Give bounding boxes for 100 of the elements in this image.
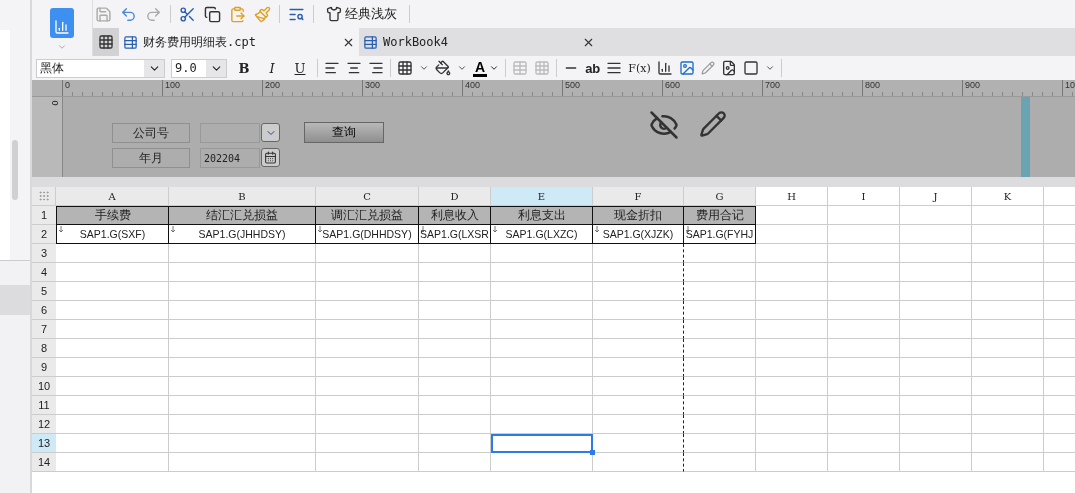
query-button[interactable]: 查询 — [304, 122, 384, 143]
hidden-eye-icon[interactable] — [649, 110, 679, 140]
row-header[interactable]: 6 — [32, 301, 56, 320]
table-cell — [828, 377, 900, 396]
column-header[interactable]: K — [972, 187, 1044, 206]
table-cell — [900, 244, 972, 263]
align-left-icon[interactable] — [324, 60, 340, 76]
font-size-select[interactable]: 9.0 — [171, 58, 227, 78]
column-header[interactable]: C — [316, 187, 419, 206]
column-header[interactable]: B — [169, 187, 316, 206]
row-header[interactable]: 8 — [32, 339, 56, 358]
underline-button[interactable]: U — [289, 58, 311, 78]
italic-button[interactable]: I — [261, 58, 283, 78]
pencil-icon[interactable] — [699, 110, 727, 138]
parameter-label: 公司号 — [112, 123, 190, 143]
align-center-icon[interactable] — [346, 60, 362, 76]
row-header[interactable]: 2 — [32, 225, 56, 244]
font-color-button[interactable]: A — [473, 59, 500, 77]
column-header[interactable]: G — [684, 187, 756, 206]
undo-icon[interactable] — [120, 5, 137, 23]
bold-button[interactable]: B — [233, 58, 255, 78]
column-header[interactable]: I — [828, 187, 900, 206]
row-header[interactable]: 7 — [32, 320, 56, 339]
row-header[interactable]: 4 — [32, 263, 56, 282]
parameter-input[interactable] — [200, 123, 260, 143]
formula-button[interactable]: F(x) — [628, 58, 651, 78]
calendar-button[interactable] — [261, 148, 280, 167]
new-sheet-button[interactable] — [93, 28, 119, 56]
table-cell — [419, 320, 491, 339]
ruler-label: 500 — [562, 80, 662, 96]
table-cell — [756, 453, 828, 472]
table-cell — [684, 263, 756, 282]
row-header[interactable]: 14 — [32, 453, 56, 472]
table-cell — [900, 339, 972, 358]
dropdown-button[interactable] — [261, 123, 280, 142]
expand-down-icon — [594, 226, 600, 233]
scissors-icon[interactable] — [179, 5, 196, 23]
ruler-label: 0 — [62, 80, 162, 96]
caret-icon — [489, 63, 500, 73]
column-header[interactable]: H — [756, 187, 828, 206]
sheet-icon — [123, 34, 138, 50]
row-header[interactable]: 9 — [32, 358, 56, 377]
table-cell — [756, 206, 828, 225]
copy-icon[interactable] — [204, 5, 221, 23]
ruler-label: 600 — [662, 80, 762, 96]
table-cell — [828, 244, 900, 263]
chart-icon[interactable] — [656, 60, 673, 76]
table-cell — [419, 339, 491, 358]
shirt-icon — [326, 6, 342, 22]
text-tool-button[interactable]: ab — [585, 58, 601, 78]
table-cell — [419, 244, 491, 263]
fill-bucket-icon[interactable] — [435, 60, 451, 76]
caret-icon[interactable] — [457, 63, 467, 73]
row-header[interactable]: 10 — [32, 377, 56, 396]
table-cell — [828, 320, 900, 339]
table-cell — [756, 225, 828, 244]
table-cell — [828, 206, 900, 225]
table-cell — [756, 434, 828, 453]
table-cell — [828, 453, 900, 472]
table-cell — [419, 358, 491, 377]
row-header[interactable]: 13 — [32, 434, 56, 453]
column-header[interactable]: D — [419, 187, 491, 206]
frame-icon[interactable] — [742, 60, 759, 76]
table-cell — [419, 415, 491, 434]
column-header[interactable]: A — [56, 187, 169, 206]
parameter-input[interactable]: 202204 — [200, 148, 260, 168]
image-icon[interactable] — [678, 60, 695, 76]
row-header[interactable]: 5 — [32, 282, 56, 301]
table-cell: SAP1.G(FYHJ — [684, 225, 756, 244]
table-cell — [419, 453, 491, 472]
file-tab[interactable]: 财务费用明细表.cpt — [119, 28, 359, 56]
font-select[interactable]: 黑体 — [36, 58, 165, 78]
table-cell: SAP1.G(LXZC) — [491, 225, 593, 244]
table-cell — [419, 263, 491, 282]
ruler-label: 200 — [262, 80, 362, 96]
column-header[interactable]: J — [900, 187, 972, 206]
ruler-label: 900 — [962, 80, 1062, 96]
table-cell — [828, 339, 900, 358]
row-header[interactable]: 1 — [32, 206, 56, 225]
border-icon[interactable] — [397, 60, 413, 76]
paragraph-icon[interactable] — [606, 60, 623, 76]
table-cell: 利息支出 — [491, 206, 593, 225]
align-right-icon[interactable] — [368, 60, 384, 76]
row-header[interactable]: 11 — [32, 396, 56, 415]
table-cell — [756, 282, 828, 301]
theme-button[interactable]: 经典浅灰 — [322, 5, 401, 23]
app-logo[interactable] — [50, 8, 74, 38]
scrollbar-thumb[interactable] — [12, 140, 18, 200]
table-cell: 现金折扣 — [593, 206, 684, 225]
row-header[interactable]: 12 — [32, 415, 56, 434]
row-header[interactable]: 3 — [32, 244, 56, 263]
table-cell — [900, 434, 972, 453]
table-cell — [684, 339, 756, 358]
caret-icon[interactable] — [419, 63, 429, 73]
merge-cells-icon[interactable] — [512, 60, 529, 76]
caret-icon[interactable] — [764, 63, 775, 73]
table-cell — [900, 263, 972, 282]
table-cell — [828, 282, 900, 301]
column-header[interactable]: F — [593, 187, 684, 206]
column-header[interactable]: E — [491, 187, 593, 206]
